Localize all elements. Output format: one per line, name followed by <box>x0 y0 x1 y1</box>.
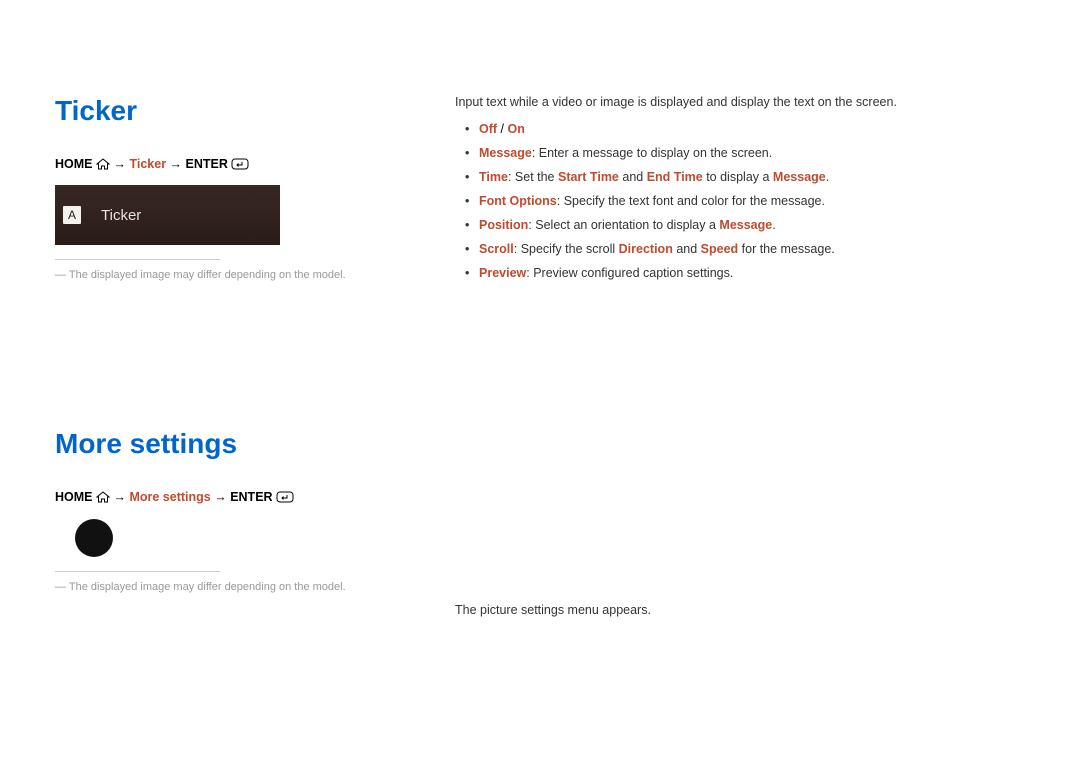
bullet-time: Time: Set the Start Time and End Time to… <box>455 167 1025 187</box>
enter-icon <box>276 491 294 503</box>
more-settings-nav-path: HOME → More settings → ENTER <box>55 490 445 504</box>
bullet-position: Position: Select an orientation to displ… <box>455 215 1025 235</box>
more-settings-note: The displayed image may differ depending… <box>55 580 445 595</box>
ticker-intro-text: Input text while a video or image is dis… <box>455 95 1025 109</box>
bullet-scroll: Scroll: Specify the scroll Direction and… <box>455 239 1025 259</box>
nav-arrow-3: → <box>113 490 126 504</box>
nav-home-label: HOME <box>55 157 93 171</box>
home-icon <box>96 491 110 503</box>
ticker-options-list: Off / On Message: Enter a message to dis… <box>455 119 1025 283</box>
divider <box>55 571 220 572</box>
ticker-letter-badge: A <box>63 206 81 224</box>
bullet-preview: Preview: Preview configured caption sett… <box>455 263 1025 283</box>
divider <box>55 259 220 260</box>
bullet-message: Message: Enter a message to display on t… <box>455 143 1025 163</box>
more-settings-preview-image <box>75 519 113 557</box>
right-column: Input text while a video or image is dis… <box>445 95 1025 617</box>
nav-home-label-2: HOME <box>55 490 93 504</box>
document-page: Ticker HOME → Ticker → ENTER A Ticker Th… <box>0 0 1080 647</box>
ticker-preview-image: A Ticker <box>55 185 280 245</box>
ticker-box-label: Ticker <box>101 207 141 224</box>
nav-ticker-label: Ticker <box>129 157 166 171</box>
nav-arrow-2: → <box>170 157 183 171</box>
bullet-off-on: Off / On <box>455 119 1025 139</box>
ticker-nav-path: HOME → Ticker → ENTER <box>55 157 445 171</box>
more-settings-heading: More settings <box>55 428 445 460</box>
home-icon <box>96 158 110 170</box>
enter-icon <box>231 158 249 170</box>
nav-more-settings-label: More settings <box>129 490 210 504</box>
left-column: Ticker HOME → Ticker → ENTER A Ticker Th… <box>55 95 445 617</box>
ticker-note: The displayed image may differ depending… <box>55 268 445 283</box>
ticker-heading: Ticker <box>55 95 445 127</box>
nav-enter-label-2: ENTER <box>230 490 272 504</box>
nav-arrow-1: → <box>113 157 126 171</box>
more-settings-text: The picture settings menu appears. <box>455 603 1025 617</box>
nav-arrow-4: → <box>214 490 227 504</box>
bullet-font-options: Font Options: Specify the text font and … <box>455 191 1025 211</box>
nav-enter-label: ENTER <box>186 157 228 171</box>
